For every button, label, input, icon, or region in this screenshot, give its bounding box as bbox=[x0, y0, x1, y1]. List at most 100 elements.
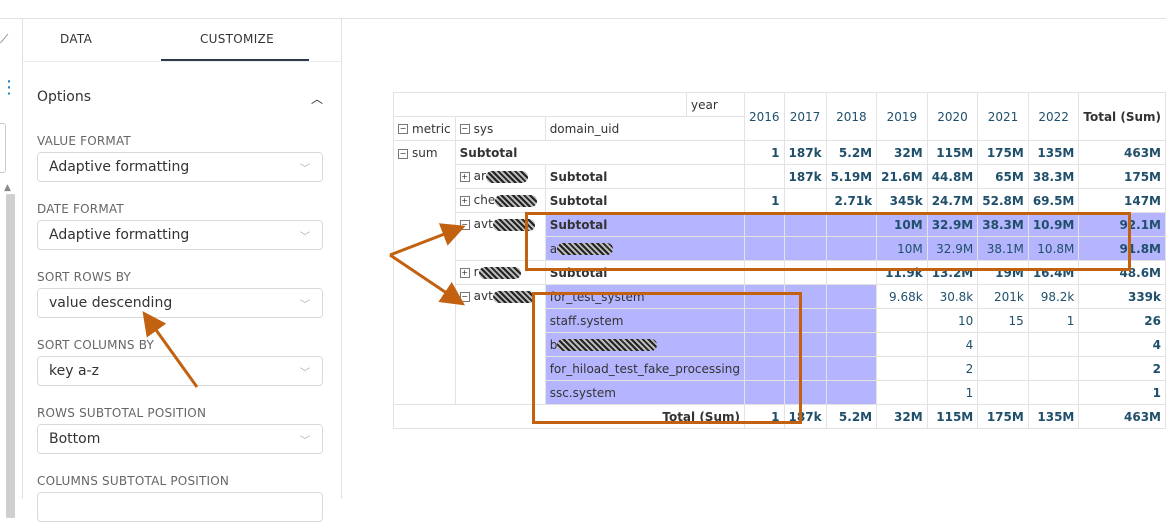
collapse-icon[interactable]: ⟋ bbox=[0, 32, 8, 47]
collapse-icon[interactable]: − bbox=[398, 124, 408, 134]
value-cell bbox=[825, 308, 878, 333]
domain-cell[interactable]: b bbox=[544, 332, 745, 357]
domain-cell[interactable]: Subtotal bbox=[544, 188, 745, 213]
sort-columns-select[interactable]: key a-z ﹀ bbox=[37, 356, 323, 386]
domain-cell[interactable]: for_hiload_test_fake_processing bbox=[544, 356, 745, 381]
expand-icon[interactable]: + bbox=[459, 267, 470, 278]
year-header[interactable]: 2017 bbox=[783, 92, 827, 141]
tab-data[interactable]: DATA bbox=[60, 32, 92, 46]
collapse-icon[interactable]: − bbox=[459, 219, 470, 230]
value-cell bbox=[743, 332, 785, 357]
domain-cell[interactable]: a bbox=[544, 236, 745, 261]
value-cell: 98.2k bbox=[1027, 284, 1080, 309]
collapse-icon[interactable]: − bbox=[459, 124, 470, 134]
value-cell: 10M bbox=[876, 212, 928, 237]
total-header[interactable]: Total (Sum) bbox=[1078, 92, 1166, 141]
scroll-up-icon[interactable]: ▲ bbox=[4, 183, 11, 193]
year-header[interactable]: 2016 bbox=[743, 92, 785, 141]
value-format-select[interactable]: Adaptive formatting ﹀ bbox=[37, 152, 323, 182]
row-dim-domain[interactable]: domain_uid bbox=[544, 116, 745, 141]
total-row: Total (Sum) 1 187k 5.2M 32M 115M 175M 135M 463M bbox=[393, 404, 1166, 429]
row-total-cell: 91.8M bbox=[1078, 236, 1166, 261]
redacted-mark bbox=[478, 266, 521, 279]
tab-customize[interactable]: CUSTOMIZE bbox=[200, 32, 274, 46]
total-value-cell: 175M bbox=[977, 404, 1029, 429]
value-cell: 16.4M bbox=[1027, 260, 1080, 285]
expand-icon[interactable]: + bbox=[459, 171, 470, 182]
menu-dots-icon[interactable]: ⋮ bbox=[0, 77, 18, 98]
date-format-value: Adaptive formatting bbox=[49, 227, 190, 243]
year-header[interactable]: 2020 bbox=[926, 92, 979, 141]
chevron-down-icon: ﹀ bbox=[300, 436, 310, 447]
domain-cell[interactable]: Subtotal bbox=[544, 164, 745, 189]
value-cell bbox=[825, 284, 878, 309]
value-cell: 38.1M bbox=[977, 236, 1029, 261]
value-cell bbox=[783, 284, 827, 309]
value-cell: 19M bbox=[977, 260, 1029, 285]
value-cell bbox=[977, 356, 1029, 381]
value-cell: 1 bbox=[743, 188, 785, 213]
collapse-icon[interactable]: − bbox=[398, 148, 408, 159]
value-cell: 1 bbox=[926, 380, 979, 405]
value-cell: 5.19M bbox=[825, 164, 878, 189]
rows-subtotal-select[interactable]: Bottom ﹀ bbox=[37, 424, 323, 454]
collapse-icon[interactable]: − bbox=[459, 291, 470, 302]
row-total-cell: 2 bbox=[1078, 356, 1166, 381]
sort-rows-value: value descending bbox=[49, 295, 173, 311]
panel-tabs: DATA CUSTOMIZE bbox=[23, 19, 341, 62]
redacted-mark bbox=[492, 218, 535, 231]
date-format-select[interactable]: Adaptive formatting ﹀ bbox=[37, 220, 323, 250]
row-total-cell: 92.1M bbox=[1078, 212, 1166, 237]
chevron-up-icon[interactable]: ︿ bbox=[311, 90, 323, 107]
row-total-cell: 1 bbox=[1078, 380, 1166, 405]
value-cell bbox=[783, 188, 827, 213]
sort-columns-label: SORT COLUMNS BY bbox=[37, 338, 155, 352]
value-cell: 38.3M bbox=[977, 212, 1029, 237]
value-cell: 15 bbox=[977, 308, 1029, 333]
value-cell: 10 bbox=[926, 308, 979, 333]
total-value-cell: 1 bbox=[743, 404, 785, 429]
sys-cell[interactable]: + r bbox=[454, 260, 546, 285]
row-dim-sys[interactable]: − sys bbox=[454, 116, 546, 141]
value-cell bbox=[743, 284, 785, 309]
year-header[interactable]: 2018 bbox=[825, 92, 878, 141]
value-format-label: VALUE FORMAT bbox=[37, 134, 131, 148]
expand-icon[interactable]: + bbox=[459, 195, 470, 206]
row-total-cell: 339k bbox=[1078, 284, 1166, 309]
domain-cell[interactable]: ssc.system bbox=[544, 380, 745, 405]
top-bar bbox=[0, 0, 1166, 19]
value-cell: 2.71k bbox=[825, 188, 878, 213]
value-cell bbox=[977, 332, 1029, 357]
year-header[interactable]: 2022 bbox=[1027, 92, 1080, 141]
value-cell: 32.9M bbox=[926, 212, 979, 237]
sys-cell[interactable]: + ar bbox=[454, 164, 546, 189]
total-value-cell: 115M bbox=[926, 404, 979, 429]
total-value-cell: 32M bbox=[876, 404, 928, 429]
value-cell bbox=[743, 212, 785, 237]
row-total-cell: 175M bbox=[1078, 164, 1166, 189]
value-cell: 10.8M bbox=[1027, 236, 1080, 261]
sys-cell[interactable]: − avt bbox=[454, 284, 546, 405]
domain-cell[interactable]: staff.system bbox=[544, 308, 745, 333]
options-section-title[interactable]: Options bbox=[37, 89, 91, 105]
domain-cell[interactable]: Subtotal bbox=[544, 212, 745, 237]
value-cell bbox=[876, 356, 928, 381]
value-cell: 21.6M bbox=[876, 164, 928, 189]
value-cell bbox=[743, 356, 785, 381]
sys-cell[interactable]: + che bbox=[454, 188, 546, 213]
value-cell bbox=[825, 236, 878, 261]
metric-cell[interactable]: − sum bbox=[393, 140, 456, 405]
row-total-cell: 147M bbox=[1078, 188, 1166, 213]
col-dim-label: year bbox=[685, 92, 745, 117]
columns-subtotal-select[interactable] bbox=[37, 492, 323, 522]
year-header[interactable]: 2019 bbox=[876, 92, 928, 141]
scrollbar[interactable] bbox=[6, 194, 15, 518]
domain-cell[interactable]: Subtotal bbox=[544, 260, 745, 285]
sys-cell[interactable]: − avt bbox=[454, 212, 546, 261]
value-cell: 175M bbox=[977, 140, 1029, 165]
sys-cell[interactable]: Subtotal bbox=[454, 140, 745, 165]
year-header[interactable]: 2021 bbox=[977, 92, 1029, 141]
sort-rows-select[interactable]: value descending ﹀ bbox=[37, 288, 323, 318]
row-dim-metric[interactable]: − metric bbox=[393, 116, 456, 141]
domain-cell[interactable]: for_test_system bbox=[544, 284, 745, 309]
